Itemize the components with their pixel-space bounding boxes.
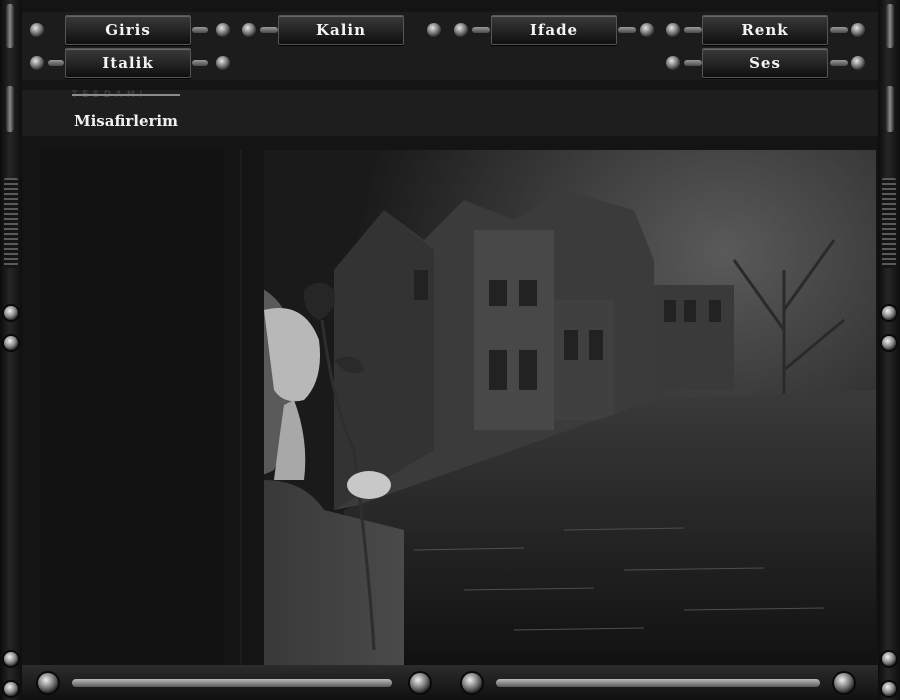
background-scene-image: [264, 150, 876, 665]
knob-icon: [242, 23, 256, 37]
knob-icon: [666, 23, 680, 37]
knob-icon: [30, 56, 44, 70]
left-grille-icon: [4, 178, 18, 268]
knob-icon: [834, 673, 854, 693]
left-rail-mid: [6, 86, 14, 132]
rivet-icon: [4, 652, 18, 666]
nav-button-giris[interactable]: Giris: [65, 15, 191, 45]
bottom-bar-segment: [496, 679, 820, 687]
nav-bar-segment: [830, 60, 848, 66]
nav-row-1: Giris Kalin Ifade Renk: [22, 15, 878, 45]
rivet-icon: [4, 336, 18, 350]
right-rail-top: [886, 4, 894, 48]
knob-icon: [427, 23, 441, 37]
nav-bar-segment: [684, 27, 702, 33]
knob-icon: [640, 23, 654, 37]
right-frame: [878, 0, 900, 700]
knob-icon: [454, 23, 468, 37]
nav-bar-segment: [192, 60, 208, 66]
knob-icon: [216, 23, 230, 37]
nav-bar-segment: [684, 60, 702, 66]
knob-icon: [410, 673, 430, 693]
guests-link[interactable]: Misafirlerim: [74, 112, 178, 130]
left-sidebar: [24, 150, 242, 665]
rivet-icon: [882, 336, 896, 350]
nav-bar-segment: [830, 27, 848, 33]
nav-bar-segment: [48, 60, 64, 66]
header-panel: TESDAMI Misafirlerim: [22, 90, 878, 136]
rivet-icon: [882, 652, 896, 666]
nav-button-renk[interactable]: Renk: [702, 15, 828, 45]
nav-bar-segment: [260, 27, 278, 33]
nav-button-ifade[interactable]: Ifade: [491, 15, 617, 45]
knob-icon: [851, 56, 865, 70]
nav-bar-segment: [472, 27, 490, 33]
nav-bar-segment: [192, 27, 208, 33]
bottom-bar-segment: [72, 679, 392, 687]
left-rail-top: [6, 4, 14, 48]
nav-button-italik[interactable]: Italik: [65, 48, 191, 78]
knob-icon: [462, 673, 482, 693]
knob-icon: [38, 673, 58, 693]
canal-scene-illustration: [264, 150, 876, 665]
rivet-icon: [4, 306, 18, 320]
sidebar-inner: [40, 150, 224, 665]
knob-icon: [851, 23, 865, 37]
knob-icon: [30, 23, 44, 37]
left-frame: [0, 0, 22, 700]
rivet-icon: [882, 306, 896, 320]
knob-icon: [666, 56, 680, 70]
right-rail-mid: [886, 86, 894, 132]
rivet-icon: [4, 682, 18, 696]
bottom-bar: [22, 665, 878, 700]
right-grille-icon: [882, 178, 896, 268]
nav-button-ses[interactable]: Ses: [702, 48, 828, 78]
top-nav-bar: Giris Kalin Ifade Renk Italik Ses: [22, 12, 878, 80]
knob-icon: [216, 56, 230, 70]
nav-button-kalin[interactable]: Kalin: [278, 15, 404, 45]
nav-row-2: Italik Ses: [22, 48, 878, 78]
rivet-icon: [882, 682, 896, 696]
nav-bar-segment: [618, 27, 636, 33]
header-divider: [72, 94, 180, 96]
